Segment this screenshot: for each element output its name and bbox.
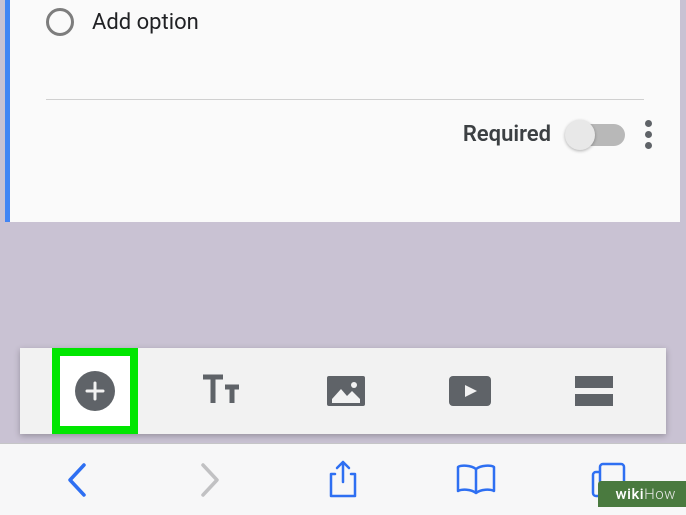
watermark-suffix: How	[644, 485, 676, 503]
add-title-button[interactable]	[182, 351, 262, 431]
required-row: Required	[10, 100, 680, 149]
add-video-button[interactable]	[430, 351, 510, 431]
form-toolbar	[20, 348, 666, 434]
bookmarks-button[interactable]	[446, 455, 506, 505]
required-label: Required	[463, 122, 551, 147]
share-icon	[327, 460, 359, 500]
add-section-button[interactable]	[554, 351, 634, 431]
form-question-panel: Add option Required	[5, 0, 680, 222]
add-question-button[interactable]	[60, 351, 130, 431]
add-option-row[interactable]: Add option	[10, 0, 680, 44]
forward-button[interactable]	[180, 455, 240, 505]
radio-icon	[46, 8, 74, 36]
plus-circle-icon	[75, 371, 115, 411]
chevron-left-icon	[66, 462, 88, 498]
section-icon	[575, 376, 613, 406]
watermark: wikiHow	[598, 481, 686, 507]
chevron-right-icon	[199, 462, 221, 498]
watermark-prefix: wiki	[616, 485, 645, 503]
back-button[interactable]	[47, 455, 107, 505]
book-icon	[455, 463, 497, 497]
safari-bottom-bar	[0, 443, 686, 515]
share-button[interactable]	[313, 455, 373, 505]
video-icon	[449, 376, 491, 406]
add-image-button[interactable]	[306, 351, 386, 431]
toggle-knob	[565, 120, 595, 150]
text-icon	[201, 373, 243, 409]
toolbar-highlight	[52, 348, 138, 434]
more-menu-icon[interactable]	[641, 120, 656, 149]
required-toggle[interactable]	[567, 124, 625, 146]
image-icon	[327, 376, 365, 406]
add-option-label: Add option	[92, 10, 199, 35]
